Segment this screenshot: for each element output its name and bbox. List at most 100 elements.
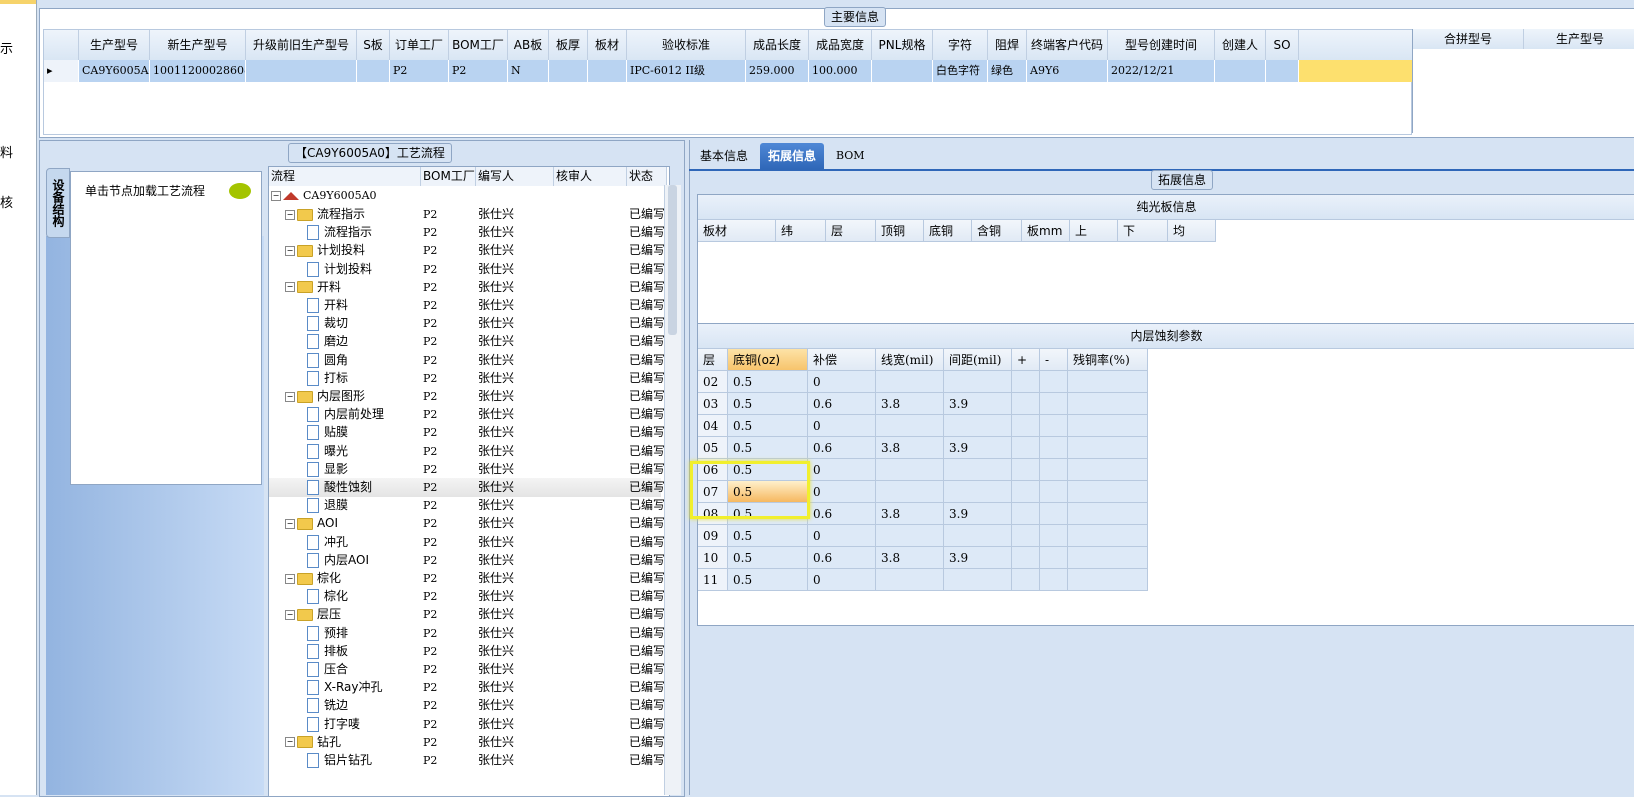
tree-row[interactable]: 圆角 P2 张仕兴 已编写 (269, 351, 665, 370)
inner-cell[interactable] (1040, 459, 1068, 481)
tree-col-header[interactable]: 核审人 (554, 167, 627, 186)
top-col-header[interactable]: 字符 (933, 30, 988, 60)
top-row-cell[interactable] (549, 60, 587, 82)
tree-row[interactable]: 打字唛 P2 张仕兴 已编写 (269, 715, 665, 734)
tree-row[interactable]: 磨边 P2 张仕兴 已编写 (269, 332, 665, 351)
top-col-header[interactable]: 生产型号 (79, 30, 150, 60)
inner-cell[interactable]: 3.8 (876, 547, 944, 569)
inner-cell[interactable]: 0 (808, 569, 876, 591)
inner-cell[interactable] (1068, 547, 1148, 569)
tree-col-header[interactable]: 状态 (627, 167, 667, 186)
inner-cell[interactable] (1012, 437, 1040, 459)
inner-cell[interactable] (876, 459, 944, 481)
inner-cell[interactable] (1012, 481, 1040, 503)
tree-root[interactable]: − CA9Y6005A0 (269, 186, 661, 205)
collapse-icon[interactable]: − (285, 209, 295, 220)
top-row-cell[interactable]: P2 (390, 60, 448, 82)
tree-row[interactable]: 开料 P2 张仕兴 已编写 (269, 296, 665, 315)
tree-row[interactable]: 酸性蚀刻 P2 张仕兴 已编写 (269, 478, 665, 497)
top-row-cell[interactable] (357, 60, 389, 82)
top-col-header[interactable]: 验收标准 (627, 30, 746, 60)
tree-col-header[interactable]: 流程 (269, 167, 421, 186)
inner-cell[interactable] (1040, 371, 1068, 393)
main-info-grid[interactable]: 生产型号 新生产型号 升级前旧生产型号 S板 订单工厂 BOM工厂 AB板 板厚 板材 验收标准成… (43, 29, 1427, 135)
inner-cell[interactable]: 0.6 (808, 503, 876, 525)
tree-row[interactable]: − 内层图形 P2 张仕兴 已编写 (269, 387, 665, 406)
inner-cell[interactable]: 3.9 (944, 503, 1012, 525)
plain-col-header[interactable]: 下 (1118, 220, 1168, 242)
top-col-header[interactable]: 创建人 (1215, 30, 1266, 60)
top-row-cell[interactable] (588, 60, 626, 82)
inner-col-header[interactable]: + (1012, 349, 1040, 371)
inner-cell[interactable]: 02 (698, 371, 728, 393)
inner-cell[interactable]: 0 (808, 371, 876, 393)
tree-row[interactable]: − 流程指示 P2 张仕兴 已编写 (269, 205, 665, 224)
top-row-cell[interactable]: A9Y6 (1027, 60, 1107, 82)
inner-col-header[interactable]: 线宽(mil) (876, 349, 944, 371)
inner-cell[interactable] (1040, 415, 1068, 437)
top-row-cell[interactable]: CA9Y6005A0 (79, 60, 149, 82)
inner-cell[interactable]: 3.8 (876, 393, 944, 415)
inner-cell[interactable] (1012, 371, 1040, 393)
collapse-icon[interactable]: − (285, 391, 295, 402)
top-col-header[interactable]: 终端客户代码 (1027, 30, 1108, 60)
inner-cell[interactable] (1068, 503, 1148, 525)
tree-row[interactable]: 退膜 P2 张仕兴 已编写 (269, 496, 665, 515)
tree-row[interactable]: X-Ray冲孔 P2 张仕兴 已编写 (269, 678, 665, 697)
inner-cell[interactable]: 0.5 (728, 393, 808, 415)
tree-row[interactable]: − 棕化 P2 张仕兴 已编写 (269, 569, 665, 588)
tree-row[interactable]: 铣边 P2 张仕兴 已编写 (269, 696, 665, 715)
tree-row[interactable]: − 计划投料 P2 张仕兴 已编写 (269, 241, 665, 260)
inner-col-header[interactable]: 层 (698, 349, 728, 371)
top-row-cell[interactable]: IPC-6012 II级 (627, 60, 745, 82)
top-col-header[interactable]: 型号创建时间 (1108, 30, 1215, 60)
tree-row[interactable]: − AOI P2 张仕兴 已编写 (269, 514, 665, 533)
top-row-cell[interactable] (246, 60, 356, 82)
top-col-header[interactable]: BOM工厂 (449, 30, 508, 60)
inner-cell[interactable] (944, 459, 1012, 481)
inner-cell[interactable] (876, 525, 944, 547)
tab-bom[interactable]: BOM (828, 143, 873, 169)
inner-cell[interactable] (1012, 569, 1040, 591)
inner-cell[interactable]: 0 (808, 459, 876, 481)
inner-cell[interactable] (944, 481, 1012, 503)
collapse-icon[interactable]: − (285, 609, 295, 620)
top-row-cell[interactable]: 259.000 (746, 60, 808, 82)
inner-col-header[interactable]: 底铜(oz) (728, 349, 808, 371)
top-row-cell[interactable] (872, 60, 932, 82)
tree-col-header[interactable]: 编写人 (476, 167, 554, 186)
top-row-cell[interactable]: 100.000 (809, 60, 871, 82)
inner-cell[interactable]: 0 (808, 481, 876, 503)
inner-cell[interactable] (1040, 481, 1068, 503)
top-row-cell[interactable]: P2 (449, 60, 507, 82)
plain-col-header[interactable]: 底铜 (924, 220, 972, 242)
top-col-header[interactable]: PNL规格 (872, 30, 933, 60)
hint-box[interactable]: 单击节点加载工艺流程 (70, 171, 262, 485)
top-col-header[interactable]: 阻焊 (988, 30, 1027, 60)
top-row-cell[interactable]: 白色字符 (933, 60, 987, 82)
inner-cell[interactable]: 0.5 (728, 525, 808, 547)
plain-col-header[interactable]: 板材 (698, 220, 776, 242)
inner-cell[interactable]: 0.5 (728, 415, 808, 437)
inner-cell[interactable]: 3.9 (944, 437, 1012, 459)
inner-cell[interactable]: 0.6 (808, 393, 876, 415)
inner-col-header[interactable]: 补偿 (808, 349, 876, 371)
tree-row[interactable]: 排板 P2 张仕兴 已编写 (269, 642, 665, 661)
inner-cell[interactable] (1012, 525, 1040, 547)
inner-cell[interactable] (1040, 569, 1068, 591)
inner-col-header[interactable]: 间距(mil) (944, 349, 1012, 371)
inner-cell[interactable] (944, 371, 1012, 393)
inner-cell[interactable] (944, 525, 1012, 547)
inner-cell[interactable]: 11 (698, 569, 728, 591)
inner-cell[interactable] (1012, 547, 1040, 569)
inner-cell[interactable]: 3.9 (944, 393, 1012, 415)
inner-cell[interactable] (876, 481, 944, 503)
tree-row[interactable]: 内层AOI P2 张仕兴 已编写 (269, 551, 665, 570)
collapse-icon[interactable]: − (285, 282, 295, 293)
top-row-cell[interactable]: 绿色 (988, 60, 1026, 82)
inner-cell[interactable] (1068, 415, 1148, 437)
inner-col-header[interactable]: - (1040, 349, 1068, 371)
inner-cell[interactable] (1068, 481, 1148, 503)
tree-scrollbar[interactable] (664, 185, 681, 795)
tab-basic-info[interactable]: 基本信息 (692, 143, 756, 169)
